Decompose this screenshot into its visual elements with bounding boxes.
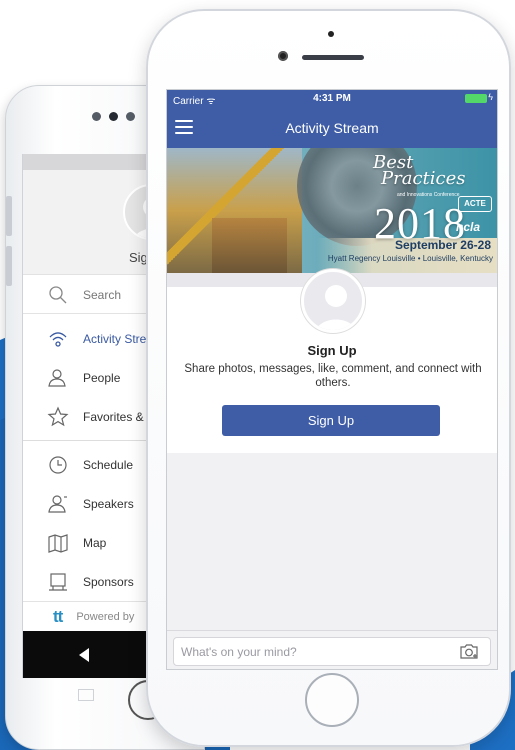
search-icon bbox=[49, 285, 67, 303]
conference-banner: Best Practices and Innovations Conferenc… bbox=[167, 148, 497, 273]
people-icon bbox=[48, 368, 66, 387]
back-phone-volume-button-2 bbox=[6, 246, 12, 286]
signup-card: Sign Up Share photos, messages, like, co… bbox=[167, 269, 497, 453]
earpiece-speaker bbox=[302, 55, 364, 60]
proximity-sensor bbox=[328, 31, 334, 37]
user-silhouette-icon bbox=[301, 269, 365, 333]
clock-icon bbox=[49, 455, 67, 474]
signup-heading: Sign Up bbox=[307, 343, 357, 358]
sensor-dot-2 bbox=[126, 112, 135, 121]
front-phone: Carrier ᯤ 4:31 PM ϟ Activity Stream Best… bbox=[146, 9, 511, 747]
recent-apps-icon bbox=[78, 689, 94, 701]
star-icon bbox=[47, 405, 69, 426]
camera-lens-dot bbox=[109, 112, 118, 121]
sidebar-item-label: Sponsors bbox=[83, 574, 134, 589]
ios-statusbar: Carrier ᯤ 4:31 PM ϟ bbox=[167, 90, 497, 108]
tt-logo: tt bbox=[53, 606, 63, 626]
sidebar-item-label: Speakers bbox=[83, 496, 134, 511]
post-input[interactable] bbox=[173, 637, 491, 666]
acte-logo: ACTE bbox=[458, 196, 492, 212]
banner-venue: Hyatt Regency Louisville • Louisville, K… bbox=[327, 254, 493, 263]
map-icon bbox=[48, 533, 68, 553]
page-title: Activity Stream bbox=[285, 120, 379, 136]
banner-script-practices: Practices bbox=[381, 168, 466, 189]
sidebar-item-label: Schedule bbox=[83, 457, 134, 472]
triangle-back-icon[interactable] bbox=[79, 648, 89, 662]
signup-button[interactable]: Sign Up bbox=[222, 405, 440, 436]
powered-by-text: Powered by bbox=[76, 610, 135, 623]
home-button bbox=[305, 673, 359, 727]
banner-skyline-photo bbox=[212, 218, 287, 273]
battery-icon bbox=[465, 94, 487, 103]
drawer-search-label: Search bbox=[83, 287, 122, 302]
app-screen: Carrier ᯤ 4:31 PM ϟ Activity Stream Best… bbox=[166, 89, 498, 670]
app-navbar: Activity Stream bbox=[167, 108, 497, 148]
sponsor-icon bbox=[49, 572, 67, 591]
signup-description: Share photos, messages, like, comment, a… bbox=[184, 363, 482, 389]
back-phone-volume-button bbox=[6, 196, 12, 236]
sidebar-item-label: Map bbox=[83, 535, 107, 550]
sidebar-item-label: Favorites & N bbox=[83, 409, 156, 424]
status-time: 4:31 PM bbox=[313, 93, 351, 104]
camera-plus-icon[interactable] bbox=[459, 643, 479, 660]
sidebar-item-label: Activity Stre bbox=[83, 331, 147, 346]
banner-dates: September 26-28 bbox=[394, 238, 491, 252]
wifi-stream-icon bbox=[49, 331, 67, 347]
sidebar-item-label: People bbox=[83, 370, 121, 385]
post-composer bbox=[167, 630, 497, 669]
back-phone-camera-dots bbox=[92, 112, 135, 121]
charging-bolt-icon: ϟ bbox=[488, 92, 493, 102]
front-camera-icon bbox=[278, 51, 288, 61]
speaker-icon bbox=[48, 494, 67, 513]
ncla-logo: ncla bbox=[456, 220, 481, 234]
sensor-dot bbox=[92, 112, 101, 121]
